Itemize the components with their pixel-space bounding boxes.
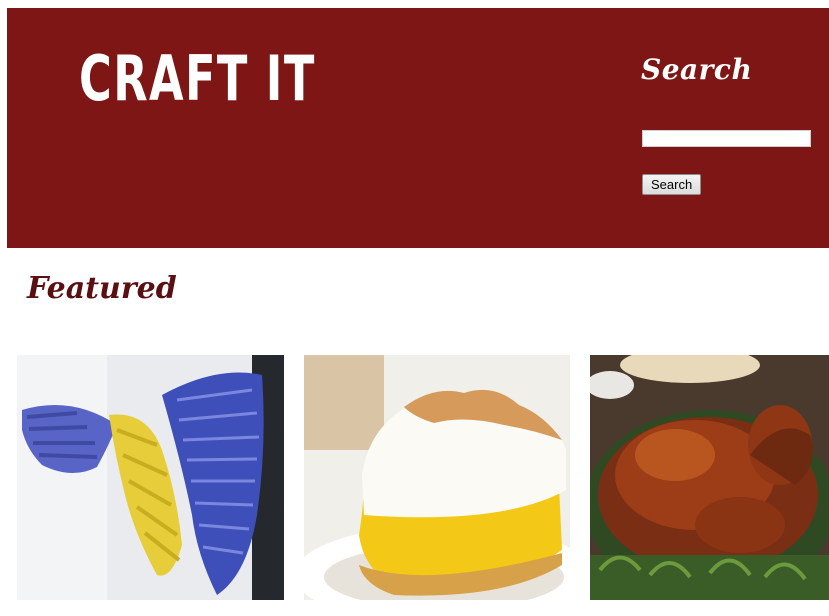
roast-turkey-photo — [590, 355, 829, 600]
featured-item-roast-turkey[interactable] — [590, 355, 829, 600]
featured-item-lemon-meringue-pie[interactable] — [304, 355, 570, 600]
search-input[interactable] — [642, 130, 811, 147]
featured-title: Featured — [27, 271, 177, 306]
site-title[interactable]: CRAFT IT — [79, 48, 316, 110]
search-widget: Search Search — [641, 53, 829, 195]
search-title: Search — [641, 53, 753, 86]
lemon-meringue-pie-photo — [304, 355, 570, 600]
site-header: CRAFT IT Search Search — [7, 8, 829, 248]
search-button[interactable]: Search — [642, 174, 702, 195]
paper-wings-craft-photo — [17, 355, 284, 600]
featured-item-paper-wings[interactable] — [17, 355, 284, 600]
